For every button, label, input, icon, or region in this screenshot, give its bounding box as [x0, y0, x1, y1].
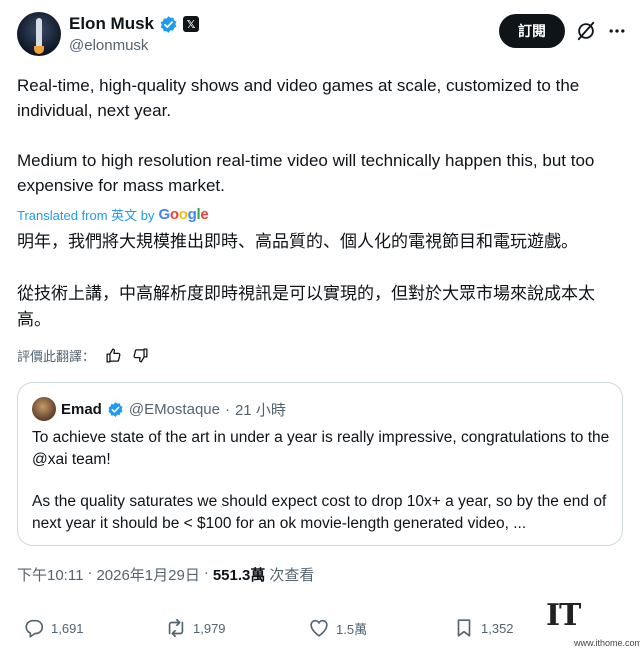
bookmark-button[interactable]: 1,352	[453, 617, 514, 639]
repost-icon	[168, 618, 184, 638]
views-label: 次查看	[269, 567, 315, 584]
quoted-paragraph-2: As the quality saturates we should expec…	[32, 493, 607, 532]
reply-count: 1,691	[51, 620, 84, 636]
quoted-dot-separator: ·	[224, 400, 230, 418]
rate-translation-row: 評價此翻譯：	[17, 346, 149, 365]
quoted-timestamp: 21 小時	[234, 401, 286, 419]
tweet-meta: 下午10:11 · 2026年1月29日 · 551.3萬 次查看	[17, 564, 314, 585]
author-avatar[interactable]	[17, 12, 61, 56]
quoted-tweet-header: Emad @EMostaque · 21 小時	[32, 397, 286, 421]
verified-badge-icon	[108, 401, 123, 417]
repost-button[interactable]: 1,979	[165, 617, 226, 639]
views-count: 551.3萬	[212, 567, 266, 584]
quoted-author-name: Emad	[61, 400, 102, 418]
tweet-translation: 明年，我們將大規模推出即時、高品質的、個人化的電視節目和電玩遊戲。 從技術上講，…	[17, 229, 622, 333]
author-name-row: Elon Musk 𝕏	[69, 14, 200, 34]
ithome-logo: IT	[546, 598, 581, 633]
like-count: 1.5萬	[336, 621, 368, 637]
reply-icon	[25, 619, 44, 638]
tweet-paragraph-2: Medium to high resolution real-time vide…	[17, 151, 595, 195]
meta-dot-separator: ·	[203, 564, 209, 581]
quoted-tweet[interactable]: Emad @EMostaque · 21 小時 To achieve state…	[17, 382, 623, 546]
tweet-header: Elon Musk 𝕏 @elonmusk 訂閱	[17, 12, 627, 58]
meta-dot-separator: ·	[87, 564, 93, 581]
translation-paragraph-1: 明年，我們將大規模推出即時、高品質的、個人化的電視節目和電玩遊戲。	[17, 232, 578, 251]
heart-icon	[310, 619, 328, 637]
avatar-rocket	[36, 18, 42, 48]
author-handle[interactable]: @elonmusk	[69, 37, 148, 54]
more-icon[interactable]	[607, 21, 627, 41]
ithome-watermark: IT www.ithome.com	[546, 598, 640, 650]
bookmark-icon	[457, 619, 471, 637]
quoted-author-handle: @EMostaque	[128, 400, 220, 418]
google-logo: Google	[158, 206, 209, 223]
bookmark-count: 1,352	[481, 620, 514, 636]
reply-button[interactable]: 1,691	[23, 617, 84, 639]
translated-from-label: Translated from 英文 by	[17, 208, 155, 223]
tweet-paragraph-1: Real-time, high-quality shows and video …	[17, 76, 580, 120]
verified-badge-icon	[160, 15, 177, 33]
tweet-text: Real-time, high-quality shows and video …	[17, 73, 617, 198]
translated-from-link[interactable]: Translated from 英文 by Google	[17, 205, 209, 224]
thumbs-down-icon[interactable]	[132, 347, 149, 364]
avatar-flame	[34, 46, 44, 54]
quoted-tweet-text: To achieve state of the art in under a y…	[32, 427, 612, 555]
grok-icon[interactable]	[575, 20, 597, 42]
author-name[interactable]: Elon Musk	[69, 14, 154, 34]
translation-paragraph-2: 從技術上講，中高解析度即時視訊是可以實現的，但對於大眾市場來說成本太高。	[17, 284, 595, 329]
quoted-paragraph-1: To achieve state of the art in under a y…	[32, 429, 610, 468]
x-affiliate-badge: 𝕏	[183, 16, 200, 32]
tweet-actions: 1,691 1,979 1.5萬 1,352	[17, 617, 617, 645]
quoted-author-avatar	[32, 397, 56, 421]
thumbs-up-icon[interactable]	[105, 347, 122, 364]
tweet-date[interactable]: 2026年1月29日	[96, 564, 199, 585]
like-button[interactable]: 1.5萬	[308, 617, 367, 639]
ithome-url: www.ithome.com	[574, 638, 640, 648]
subscribe-button[interactable]: 訂閱	[499, 14, 565, 48]
rate-translation-label: 評價此翻譯：	[17, 349, 96, 364]
tweet-time[interactable]: 下午10:11	[17, 564, 83, 585]
repost-count: 1,979	[193, 620, 226, 636]
